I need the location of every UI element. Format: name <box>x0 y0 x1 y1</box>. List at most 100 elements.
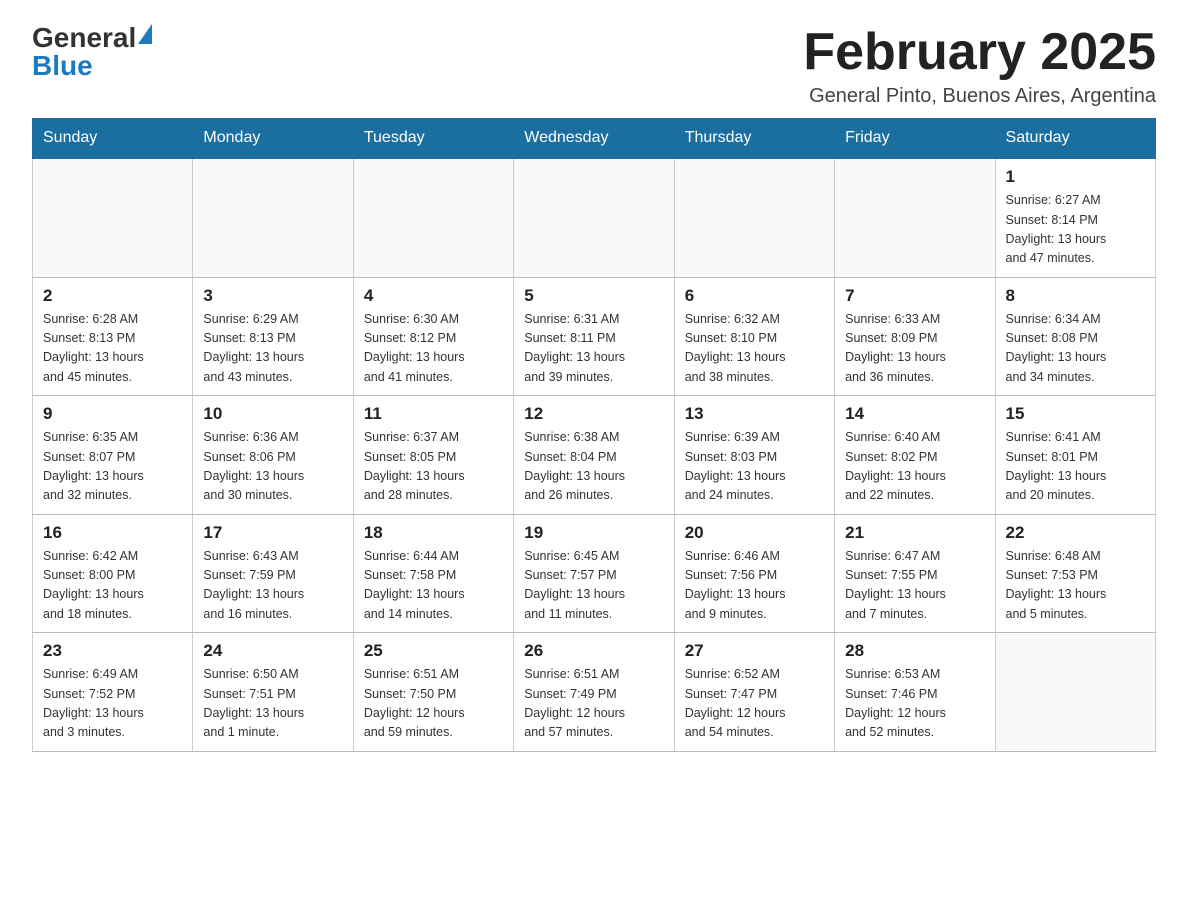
day-number: 20 <box>685 523 824 543</box>
day-info: Sunrise: 6:51 AMSunset: 7:50 PMDaylight:… <box>364 665 503 743</box>
day-number: 3 <box>203 286 342 306</box>
day-number: 15 <box>1006 404 1145 424</box>
calendar-cell: 6 Sunrise: 6:32 AMSunset: 8:10 PMDaylight… <box>674 277 834 396</box>
day-number: 19 <box>524 523 663 543</box>
week-row-5: 23Sunrise: 6:49 AMSunset: 7:52 PMDayligh… <box>33 633 1156 752</box>
calendar-cell: 22Sunrise: 6:48 AMSunset: 7:53 PMDayligh… <box>995 514 1155 633</box>
day-number: 26 <box>524 641 663 661</box>
day-info: Sunrise: 6:31 AMSunset: 8:11 PMDaylight:… <box>524 310 663 388</box>
day-number: 23 <box>43 641 182 661</box>
day-info: Sunrise: 6:39 AMSunset: 8:03 PMDaylight:… <box>685 428 824 506</box>
week-row-3: 9 Sunrise: 6:35 AMSunset: 8:07 PMDaylight… <box>33 396 1156 515</box>
day-number: 16 <box>43 523 182 543</box>
calendar-cell <box>674 158 834 277</box>
calendar-cell: 19 Sunrise: 6:45 AMSunset: 7:57 PMDayligh… <box>514 514 674 633</box>
calendar-cell: 3 Sunrise: 6:29 AMSunset: 8:13 PMDaylight… <box>193 277 353 396</box>
calendar-cell: 20Sunrise: 6:46 AMSunset: 7:56 PMDayligh… <box>674 514 834 633</box>
day-number: 1 <box>1006 167 1145 187</box>
day-number: 2 <box>43 286 182 306</box>
day-info: Sunrise: 6:28 AMSunset: 8:13 PMDaylight:… <box>43 310 182 388</box>
calendar-cell: 2 Sunrise: 6:28 AMSunset: 8:13 PMDaylight… <box>33 277 193 396</box>
day-number: 9 <box>43 404 182 424</box>
calendar-cell: 27 Sunrise: 6:52 AMSunset: 7:47 PMDayligh… <box>674 633 834 752</box>
day-number: 24 <box>203 641 342 661</box>
location-text: General Pinto, Buenos Aires, Argentina <box>803 85 1156 108</box>
logo-blue-text: Blue <box>32 52 93 80</box>
calendar-cell: 21Sunrise: 6:47 AMSunset: 7:55 PMDayligh… <box>835 514 995 633</box>
day-info: Sunrise: 6:41 AMSunset: 8:01 PMDaylight:… <box>1006 428 1145 506</box>
calendar-cell: 15 Sunrise: 6:41 AMSunset: 8:01 PMDayligh… <box>995 396 1155 515</box>
day-info: Sunrise: 6:34 AMSunset: 8:08 PMDaylight:… <box>1006 310 1145 388</box>
weekday-header-saturday: Saturday <box>995 119 1155 159</box>
day-number: 4 <box>364 286 503 306</box>
day-info: Sunrise: 6:30 AMSunset: 8:12 PMDaylight:… <box>364 310 503 388</box>
calendar-cell: 5 Sunrise: 6:31 AMSunset: 8:11 PMDaylight… <box>514 277 674 396</box>
day-info: Sunrise: 6:53 AMSunset: 7:46 PMDaylight:… <box>845 665 984 743</box>
day-number: 8 <box>1006 286 1145 306</box>
calendar-cell <box>514 158 674 277</box>
day-info: Sunrise: 6:35 AMSunset: 8:07 PMDaylight:… <box>43 428 182 506</box>
calendar-cell: 26 Sunrise: 6:51 AMSunset: 7:49 PMDayligh… <box>514 633 674 752</box>
day-info: Sunrise: 6:33 AMSunset: 8:09 PMDaylight:… <box>845 310 984 388</box>
calendar-cell: 16 Sunrise: 6:42 AMSunset: 8:00 PMDayligh… <box>33 514 193 633</box>
weekday-header-sunday: Sunday <box>33 119 193 159</box>
month-title: February 2025 <box>803 24 1156 81</box>
day-number: 10 <box>203 404 342 424</box>
weekday-header-tuesday: Tuesday <box>353 119 513 159</box>
day-info: Sunrise: 6:36 AMSunset: 8:06 PMDaylight:… <box>203 428 342 506</box>
calendar-cell: 11 Sunrise: 6:37 AMSunset: 8:05 PMDayligh… <box>353 396 513 515</box>
calendar-cell: 28Sunrise: 6:53 AMSunset: 7:46 PMDayligh… <box>835 633 995 752</box>
week-row-2: 2 Sunrise: 6:28 AMSunset: 8:13 PMDaylight… <box>33 277 1156 396</box>
day-info: Sunrise: 6:52 AMSunset: 7:47 PMDaylight:… <box>685 665 824 743</box>
day-info: Sunrise: 6:40 AMSunset: 8:02 PMDaylight:… <box>845 428 984 506</box>
day-info: Sunrise: 6:32 AMSunset: 8:10 PMDaylight:… <box>685 310 824 388</box>
day-number: 18 <box>364 523 503 543</box>
day-number: 25 <box>364 641 503 661</box>
calendar-cell <box>33 158 193 277</box>
title-block: February 2025 General Pinto, Buenos Aire… <box>803 24 1156 108</box>
day-number: 27 <box>685 641 824 661</box>
calendar-cell <box>353 158 513 277</box>
calendar-cell <box>995 633 1155 752</box>
calendar-cell: 23Sunrise: 6:49 AMSunset: 7:52 PMDayligh… <box>33 633 193 752</box>
day-info: Sunrise: 6:38 AMSunset: 8:04 PMDaylight:… <box>524 428 663 506</box>
calendar-cell: 8 Sunrise: 6:34 AMSunset: 8:08 PMDaylight… <box>995 277 1155 396</box>
calendar-cell: 12 Sunrise: 6:38 AMSunset: 8:04 PMDayligh… <box>514 396 674 515</box>
calendar-cell: 18Sunrise: 6:44 AMSunset: 7:58 PMDayligh… <box>353 514 513 633</box>
logo-general-text: General <box>32 24 136 52</box>
week-row-4: 16 Sunrise: 6:42 AMSunset: 8:00 PMDayligh… <box>33 514 1156 633</box>
day-info: Sunrise: 6:48 AMSunset: 7:53 PMDaylight:… <box>1006 547 1145 625</box>
day-number: 6 <box>685 286 824 306</box>
day-info: Sunrise: 6:45 AMSunset: 7:57 PMDaylight:… <box>524 547 663 625</box>
calendar-cell: 9 Sunrise: 6:35 AMSunset: 8:07 PMDaylight… <box>33 396 193 515</box>
day-info: Sunrise: 6:42 AMSunset: 8:00 PMDaylight:… <box>43 547 182 625</box>
day-number: 13 <box>685 404 824 424</box>
weekday-header-wednesday: Wednesday <box>514 119 674 159</box>
day-number: 5 <box>524 286 663 306</box>
day-number: 14 <box>845 404 984 424</box>
day-info: Sunrise: 6:37 AMSunset: 8:05 PMDaylight:… <box>364 428 503 506</box>
weekday-header-row: SundayMondayTuesdayWednesdayThursdayFrid… <box>33 119 1156 159</box>
calendar-cell: 17 Sunrise: 6:43 AMSunset: 7:59 PMDayligh… <box>193 514 353 633</box>
calendar-cell: 10 Sunrise: 6:36 AMSunset: 8:06 PMDayligh… <box>193 396 353 515</box>
weekday-header-monday: Monday <box>193 119 353 159</box>
day-number: 17 <box>203 523 342 543</box>
calendar-cell: 24 Sunrise: 6:50 AMSunset: 7:51 PMDayligh… <box>193 633 353 752</box>
calendar-cell: 7Sunrise: 6:33 AMSunset: 8:09 PMDaylight… <box>835 277 995 396</box>
day-number: 11 <box>364 404 503 424</box>
day-info: Sunrise: 6:50 AMSunset: 7:51 PMDaylight:… <box>203 665 342 743</box>
logo: General Blue <box>32 24 152 80</box>
day-info: Sunrise: 6:51 AMSunset: 7:49 PMDaylight:… <box>524 665 663 743</box>
day-info: Sunrise: 6:43 AMSunset: 7:59 PMDaylight:… <box>203 547 342 625</box>
page-header: General Blue February 2025 General Pinto… <box>32 24 1156 108</box>
logo-triangle-icon <box>138 24 152 44</box>
calendar-cell: 14 Sunrise: 6:40 AMSunset: 8:02 PMDayligh… <box>835 396 995 515</box>
calendar-cell: 1 Sunrise: 6:27 AMSunset: 8:14 PMDaylight… <box>995 158 1155 277</box>
weekday-header-friday: Friday <box>835 119 995 159</box>
calendar-cell <box>193 158 353 277</box>
day-info: Sunrise: 6:27 AMSunset: 8:14 PMDaylight:… <box>1006 191 1145 269</box>
calendar-cell: 13 Sunrise: 6:39 AMSunset: 8:03 PMDayligh… <box>674 396 834 515</box>
day-info: Sunrise: 6:29 AMSunset: 8:13 PMDaylight:… <box>203 310 342 388</box>
day-number: 12 <box>524 404 663 424</box>
calendar-cell <box>835 158 995 277</box>
